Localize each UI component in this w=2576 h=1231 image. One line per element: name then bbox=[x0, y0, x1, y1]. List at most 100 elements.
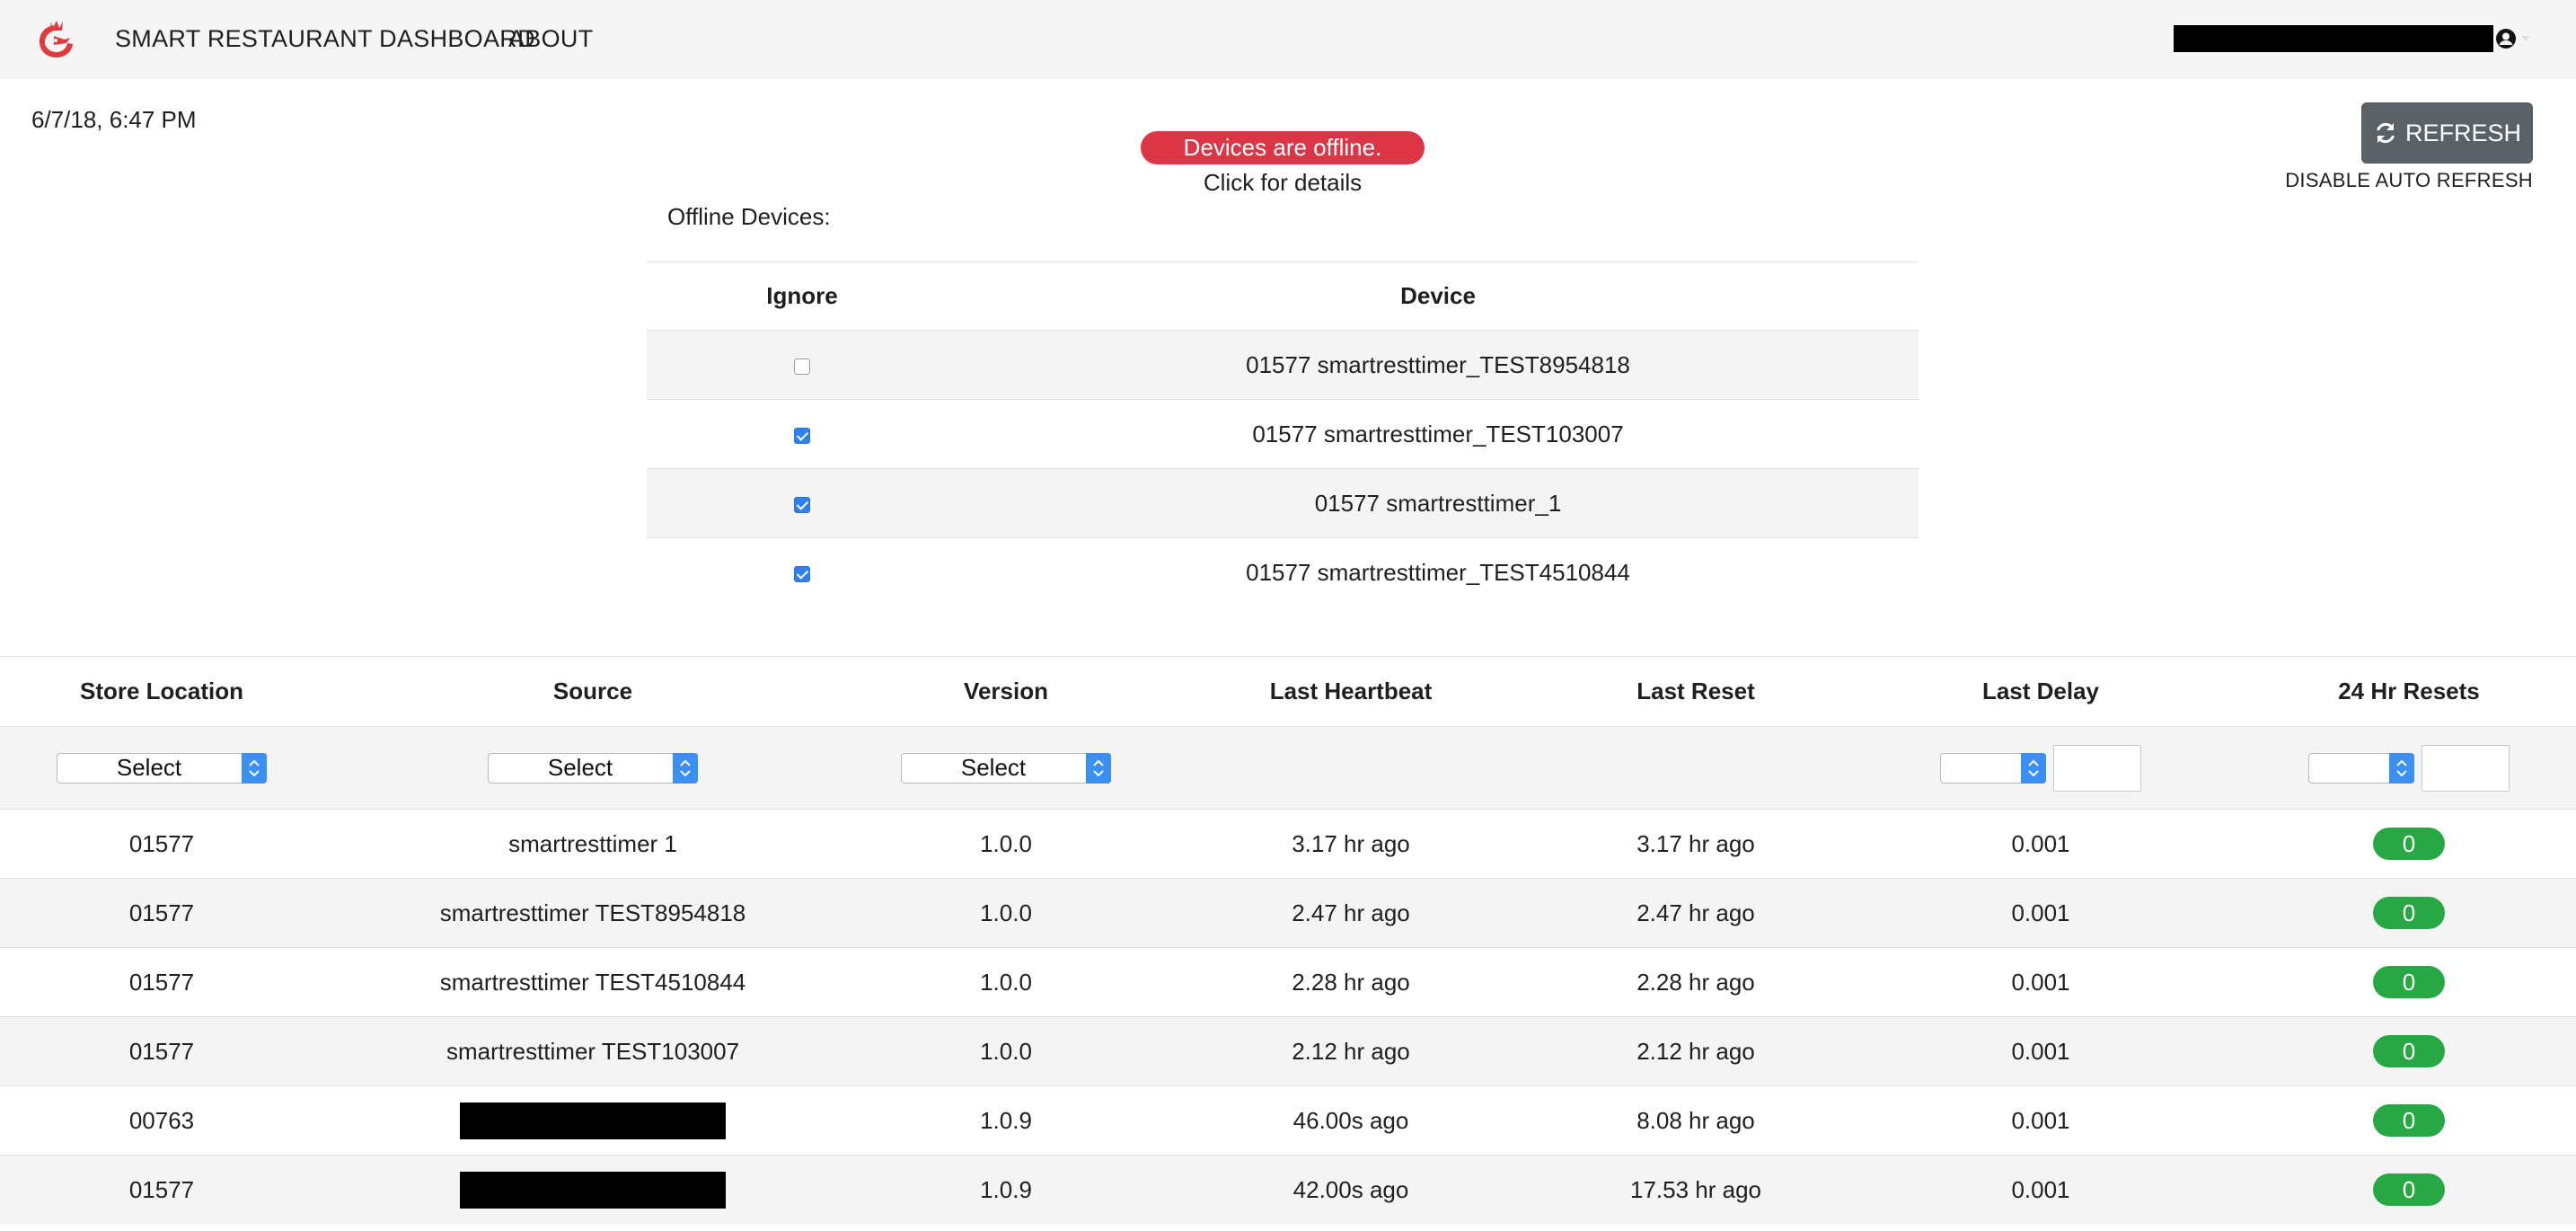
source-cell: smartresttimer TEST103007 bbox=[446, 1037, 740, 1065]
table-row[interactable]: 01577 smartresttimer 1 1.0.0 3.17 hr ago… bbox=[0, 809, 2576, 879]
user-name-redacted[interactable] bbox=[2174, 25, 2493, 52]
version-cell: 1.0.0 bbox=[980, 829, 1032, 857]
store-location-cell: 01577 bbox=[128, 1175, 195, 1203]
resets-count-badge: 0 bbox=[2373, 828, 2445, 860]
last-reset-cell: 2.47 hr ago bbox=[1636, 899, 1755, 926]
offline-device-name: 01577 smartresttimer_TEST4510844 bbox=[1246, 558, 1630, 586]
resets-count-badge: 0 bbox=[2373, 966, 2445, 998]
select-arrows-icon bbox=[1086, 752, 1111, 784]
resets-count-badge: 0 bbox=[2373, 1104, 2445, 1137]
offline-device-row: 01577 smartresttimer_TEST103007 bbox=[647, 399, 1919, 469]
last-heartbeat-cell: 42.00s ago bbox=[1292, 1175, 1409, 1203]
select-value: Select bbox=[547, 754, 613, 781]
last-reset-cell: 3.17 hr ago bbox=[1636, 829, 1755, 857]
last-delay-cell: 0.001 bbox=[2011, 1175, 2070, 1203]
last-reset-cell: 2.28 hr ago bbox=[1636, 968, 1755, 996]
column-header-ignore: Ignore bbox=[766, 282, 838, 309]
resets-count-badge: 0 bbox=[2373, 1035, 2445, 1067]
ignore-checkbox[interactable] bbox=[794, 565, 810, 582]
offline-device-row: 01577 smartresttimer_1 bbox=[647, 468, 1919, 538]
nav-about-link[interactable]: ABOUT bbox=[508, 25, 594, 53]
column-header-24hr-resets[interactable]: 24 Hr Resets bbox=[2242, 657, 2576, 727]
table-row[interactable]: 01577 1.0.9 42.00s ago 17.53 hr ago 0.00… bbox=[0, 1155, 2576, 1225]
select-value: Select bbox=[960, 754, 1027, 781]
reset-filter-empty bbox=[1552, 727, 1839, 810]
user-circle-icon[interactable] bbox=[2495, 28, 2517, 49]
last-delay-cell: 0.001 bbox=[2011, 1037, 2070, 1065]
column-header-last-delay[interactable]: Last Delay bbox=[1839, 657, 2242, 727]
column-header-version[interactable]: Version bbox=[862, 657, 1150, 727]
store-location-cell: 01577 bbox=[128, 1037, 195, 1065]
ignore-checkbox[interactable] bbox=[794, 496, 810, 513]
select-arrows-icon bbox=[673, 752, 698, 784]
resets-count-badge: 0 bbox=[2373, 1173, 2445, 1207]
column-header-last-reset[interactable]: Last Reset bbox=[1552, 657, 1839, 727]
source-cell bbox=[323, 1156, 862, 1225]
last-heartbeat-cell: 2.47 hr ago bbox=[1292, 899, 1410, 926]
last-reset-cell: 17.53 hr ago bbox=[1629, 1175, 1761, 1203]
ignore-checkbox[interactable] bbox=[794, 427, 810, 444]
last-heartbeat-cell: 3.17 hr ago bbox=[1292, 829, 1410, 857]
table-row[interactable]: 01577 smartresttimer TEST103007 1.0.0 2.… bbox=[0, 1016, 2576, 1086]
last-updated-timestamp: 6/7/18, 6:47 PM bbox=[31, 106, 197, 133]
source-filter-select[interactable]: Select bbox=[488, 752, 698, 784]
heartbeat-filter-empty bbox=[1150, 727, 1552, 810]
last-delay-operator-select[interactable] bbox=[1940, 752, 2046, 784]
resets-value-input[interactable] bbox=[2422, 744, 2510, 792]
offline-device-name: 01577 smartresttimer_TEST8954818 bbox=[1246, 350, 1630, 378]
offline-device-name: 01577 smartresttimer_1 bbox=[1314, 489, 1562, 517]
store-location-cell: 01577 bbox=[128, 829, 195, 857]
select-arrows-icon bbox=[2389, 752, 2414, 784]
devices-table: Store Location Source Version Last Heart… bbox=[0, 656, 2576, 1225]
navbar: SMART RESTAURANT DASHBOARD ABOUT bbox=[0, 0, 2576, 79]
store-location-filter-select[interactable]: Select bbox=[57, 752, 267, 784]
table-row[interactable]: 00763 1.0.9 46.00s ago 8.08 hr ago 0.001… bbox=[0, 1085, 2576, 1156]
resets-operator-select[interactable] bbox=[2308, 752, 2414, 784]
version-filter-select[interactable]: Select bbox=[901, 752, 1111, 784]
offline-device-row: 01577 smartresttimer_TEST4510844 bbox=[647, 537, 1919, 607]
last-heartbeat-cell: 46.00s ago bbox=[1292, 1106, 1409, 1134]
caret-down-icon[interactable] bbox=[2520, 34, 2531, 43]
version-cell: 1.0.0 bbox=[980, 899, 1032, 926]
source-redacted bbox=[460, 1102, 726, 1139]
disable-auto-refresh-link[interactable]: DISABLE AUTO REFRESH bbox=[2263, 169, 2533, 192]
offline-device-row: 01577 smartresttimer_TEST8954818 bbox=[647, 330, 1919, 400]
store-location-cell: 01577 bbox=[128, 968, 195, 996]
chicken-logo-icon[interactable] bbox=[34, 20, 79, 59]
last-delay-cell: 0.001 bbox=[2011, 968, 2070, 996]
table-row[interactable]: 01577 smartresttimer TEST4510844 1.0.0 2… bbox=[0, 947, 2576, 1017]
table-row[interactable]: 01577 smartresttimer TEST8954818 1.0.0 2… bbox=[0, 878, 2576, 948]
offline-status-badge[interactable]: Devices are offline. bbox=[1141, 131, 1425, 164]
refresh-button-label: REFRESH bbox=[2404, 119, 2521, 146]
refresh-icon bbox=[2377, 122, 2395, 144]
column-header-last-heartbeat[interactable]: Last Heartbeat bbox=[1150, 657, 1552, 727]
source-redacted bbox=[460, 1171, 726, 1209]
offline-devices-table: Ignore Device 01577 smartresttimer_TEST8… bbox=[647, 261, 1919, 607]
last-heartbeat-cell: 2.28 hr ago bbox=[1292, 968, 1410, 996]
store-location-cell: 00763 bbox=[128, 1106, 195, 1134]
last-reset-cell: 2.12 hr ago bbox=[1636, 1037, 1755, 1065]
version-cell: 1.0.9 bbox=[980, 1106, 1032, 1134]
column-header-store-location[interactable]: Store Location bbox=[0, 657, 323, 727]
last-delay-cell: 0.001 bbox=[2011, 899, 2070, 926]
source-cell: smartresttimer TEST8954818 bbox=[439, 899, 746, 926]
ignore-checkbox[interactable] bbox=[794, 358, 810, 375]
last-heartbeat-cell: 2.12 hr ago bbox=[1292, 1037, 1410, 1065]
last-delay-cell: 0.001 bbox=[2011, 1106, 2070, 1134]
store-location-cell: 01577 bbox=[128, 899, 195, 926]
nav-dashboard-link[interactable]: SMART RESTAURANT DASHBOARD bbox=[115, 25, 535, 53]
select-arrows-icon bbox=[242, 752, 267, 784]
last-reset-cell: 8.08 hr ago bbox=[1636, 1106, 1755, 1134]
last-delay-cell: 0.001 bbox=[2011, 829, 2070, 857]
column-header-source[interactable]: Source bbox=[323, 657, 862, 727]
offline-device-name: 01577 smartresttimer_TEST103007 bbox=[1252, 420, 1624, 447]
version-cell: 1.0.0 bbox=[980, 1037, 1032, 1065]
column-header-device: Device bbox=[1400, 282, 1476, 309]
version-cell: 1.0.0 bbox=[980, 968, 1032, 996]
refresh-button[interactable]: REFRESH bbox=[2361, 102, 2533, 164]
offline-details-link[interactable]: Click for details bbox=[1141, 169, 1425, 197]
last-delay-value-input[interactable] bbox=[2053, 744, 2141, 792]
select-arrows-icon bbox=[2021, 752, 2046, 784]
resets-count-badge: 0 bbox=[2373, 897, 2445, 929]
version-cell: 1.0.9 bbox=[980, 1175, 1032, 1203]
